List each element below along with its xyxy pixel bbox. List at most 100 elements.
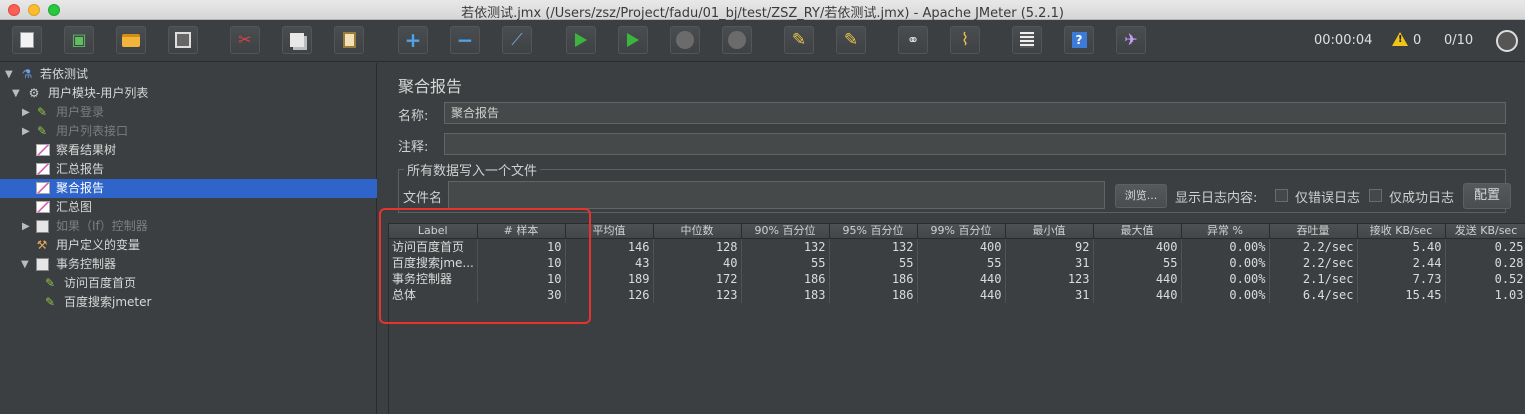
column-header[interactable]: 发送 KB/sec [1445,224,1525,239]
expand-all-button[interactable]: + [398,26,428,54]
help-button[interactable]: ? [1064,26,1094,54]
filename-label: 文件名 [403,191,443,206]
table-cell: 0.52 [1445,271,1525,287]
templates-button[interactable]: ▣ [64,26,94,54]
collapse-all-button[interactable]: − [450,26,480,54]
table-cell: 440 [1093,271,1182,287]
collapsed-arrow-icon[interactable]: ▶ [22,103,30,122]
table-cell: 186 [741,271,830,287]
table-cell: 0.28 [1445,255,1525,271]
remote-button[interactable]: ✈ [1116,26,1146,54]
expand-arrow-icon[interactable]: ▼ [21,255,29,274]
column-header[interactable]: 最大值 [1093,224,1182,239]
open-icon [122,33,140,47]
test-plan-icon: ⚗ [21,67,33,81]
listener-icon [36,182,50,194]
tree-node-user-list-api[interactable]: ▶ ✎ 用户列表接口 [0,122,377,141]
column-header[interactable]: 90% 百分位 [741,224,830,239]
new-file-button[interactable] [12,26,42,54]
column-header[interactable]: 95% 百分位 [829,224,918,239]
tree-node-user-defined-variables[interactable]: ⚒ 用户定义的变量 [0,236,377,255]
tree-node-thread-group[interactable]: ▼ ⚙ 用户模块-用户列表 [0,84,377,103]
column-header[interactable]: 最小值 [1005,224,1094,239]
column-header[interactable]: 吞吐量 [1269,224,1358,239]
templates-icon: ▣ [71,30,87,49]
copy-icon [290,33,304,47]
table-cell: 2.1/sec [1269,271,1358,287]
stop-button[interactable] [670,26,700,54]
table-cell: 2.2/sec [1269,255,1358,271]
reset-search-button[interactable]: ⌇ [950,26,980,54]
save-icon [175,32,191,48]
table-cell: 128 [653,238,742,255]
table-cell: 440 [1093,287,1182,303]
column-header[interactable]: 异常 % [1181,224,1270,239]
tree-node-summary-report[interactable]: 汇总报告 [0,160,377,179]
tree-node-user-login[interactable]: ▶ ✎ 用户登录 [0,103,377,122]
comment-field[interactable] [444,133,1506,155]
column-header[interactable]: 99% 百分位 [917,224,1006,239]
page-title: 聚合报告 [398,77,463,96]
table-cell: 1.03 [1445,287,1525,303]
clear-all-button[interactable]: ✎ [836,26,866,54]
function-helper-icon [1020,32,1034,48]
table-cell: 55 [917,255,1006,271]
column-header[interactable]: 接收 KB/sec [1357,224,1446,239]
collapsed-arrow-icon[interactable]: ▶ [22,122,30,141]
table-cell: 0.00% [1181,287,1270,303]
errors-only-label: 仅错误日志 [1295,191,1361,206]
search-button[interactable]: ⚭ [898,26,928,54]
tree-node-transaction-controller[interactable]: ▼ 事务控制器 [0,255,377,274]
table-cell: 440 [917,271,1006,287]
shutdown-button[interactable] [722,26,752,54]
expand-arrow-icon[interactable]: ▼ [5,65,13,84]
tree-node-if-controller[interactable]: ▶ 如果（If）控制器 [0,217,377,236]
start-no-pauses-icon [627,33,639,47]
tree-node-aggregate-report[interactable]: 聚合报告 [0,179,377,198]
table-cell: 5.40 [1357,238,1446,255]
remote-icon: ✈ [1124,30,1138,49]
start-button[interactable] [566,26,596,54]
toggle-button[interactable]: ⟋ [502,26,532,54]
sampler-icon: ✎ [36,105,48,119]
table-cell: 400 [1093,238,1182,255]
table-cell: 0.25 [1445,238,1525,255]
tree-node-test-plan[interactable]: ▼ ⚗ 若依测试 [0,65,377,84]
tree-node-baidu-search-jmeter[interactable]: ✎ 百度搜索jmeter [0,293,377,312]
globe-icon[interactable] [1496,30,1518,52]
clear-button[interactable]: ✎ [784,26,814,54]
configure-button[interactable]: 配置 [1463,183,1511,209]
warning-count: 0 [1413,33,1422,48]
copy-button[interactable] [282,26,312,54]
shutdown-icon [728,31,746,49]
table-cell: 15.45 [1357,287,1446,303]
search-icon: ⚭ [906,30,920,49]
start-no-pauses-button[interactable] [618,26,648,54]
name-field[interactable]: 聚合报告 [444,102,1506,124]
column-header[interactable]: 中位数 [653,224,742,239]
table-cell: 40 [653,255,742,271]
help-icon: ? [1071,32,1087,48]
config-icon: ⚒ [36,238,48,252]
log-content-label: 显示日志内容: [1175,191,1258,206]
success-only-checkbox[interactable] [1369,189,1382,202]
cut-button[interactable]: ✂ [230,26,260,54]
save-button[interactable] [168,26,198,54]
tree-node-summary-graph[interactable]: 汇总图 [0,198,377,217]
open-button[interactable] [116,26,146,54]
tree-node-view-results-tree[interactable]: 察看结果树 [0,141,377,160]
clear-all-icon: ✎ [843,29,859,50]
table-cell: 186 [829,287,918,303]
controller-icon [36,220,49,233]
filename-field[interactable] [448,181,1105,209]
table-cell: 2.44 [1357,255,1446,271]
table-cell: 132 [829,238,918,255]
clear-icon: ✎ [791,29,807,50]
browse-button[interactable]: 浏览... [1115,184,1167,208]
collapsed-arrow-icon[interactable]: ▶ [22,217,30,236]
paste-button[interactable] [334,26,364,54]
function-helper-button[interactable] [1012,26,1042,54]
expand-arrow-icon[interactable]: ▼ [12,84,20,103]
tree-node-visit-baidu-home[interactable]: ✎ 访问百度首页 [0,274,377,293]
errors-only-checkbox[interactable] [1275,189,1288,202]
